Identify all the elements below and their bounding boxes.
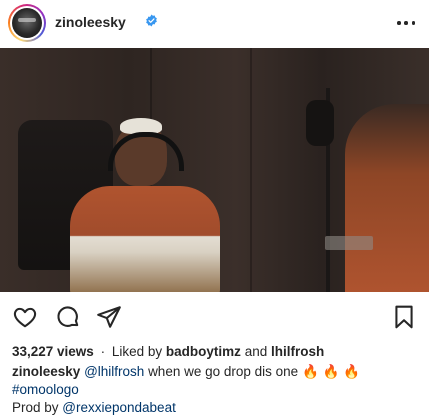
liked-by-label: Liked by	[111, 344, 163, 359]
bookmark-icon[interactable]	[391, 304, 417, 330]
verified-badge-icon	[146, 14, 157, 27]
hashtag-line: #omoologo	[12, 382, 79, 397]
caption-line: zinoleesky @lhilfrosh when we go drop di…	[12, 364, 360, 380]
view-count[interactable]: 33,227 views	[12, 344, 94, 359]
heart-icon[interactable]	[12, 304, 38, 330]
producer-line: Prod by @rexxiepondabeat	[12, 400, 176, 415]
studio-microphone	[306, 100, 334, 146]
separator-dot: ·	[100, 344, 106, 359]
caption-mention-link[interactable]: @lhilfrosh	[84, 364, 144, 379]
producer-mention-link[interactable]: @rexxiepondabeat	[62, 400, 176, 415]
instagram-post: zinoleesky 33,227 views · Liked by badbo…	[0, 0, 429, 420]
comment-icon[interactable]	[55, 304, 81, 330]
caption-username[interactable]: zinoleesky	[12, 364, 80, 379]
send-icon[interactable]	[96, 304, 122, 330]
more-options-icon[interactable]	[397, 14, 415, 32]
post-video[interactable]	[0, 48, 429, 292]
header-username[interactable]: zinoleesky	[55, 14, 126, 30]
hashtag-link[interactable]: #omoologo	[12, 382, 79, 397]
and-label: and	[244, 344, 268, 359]
fire-emojis: 🔥 🔥 🔥	[301, 364, 360, 379]
prod-label: Prod by	[12, 400, 59, 415]
liked-user-link[interactable]: badboytimz	[166, 344, 241, 359]
liked-user-link[interactable]: lhilfrosh	[271, 344, 324, 359]
avatar[interactable]	[8, 4, 46, 42]
views-likes-line: 33,227 views · Liked by badboytimz and l…	[12, 344, 324, 359]
artist-figure	[70, 186, 220, 292]
post-header: zinoleesky	[0, 0, 429, 48]
avatar-image	[12, 8, 42, 38]
action-bar	[0, 294, 429, 340]
producer-figure	[345, 104, 429, 292]
caption-text: when we go drop dis one	[148, 364, 299, 379]
